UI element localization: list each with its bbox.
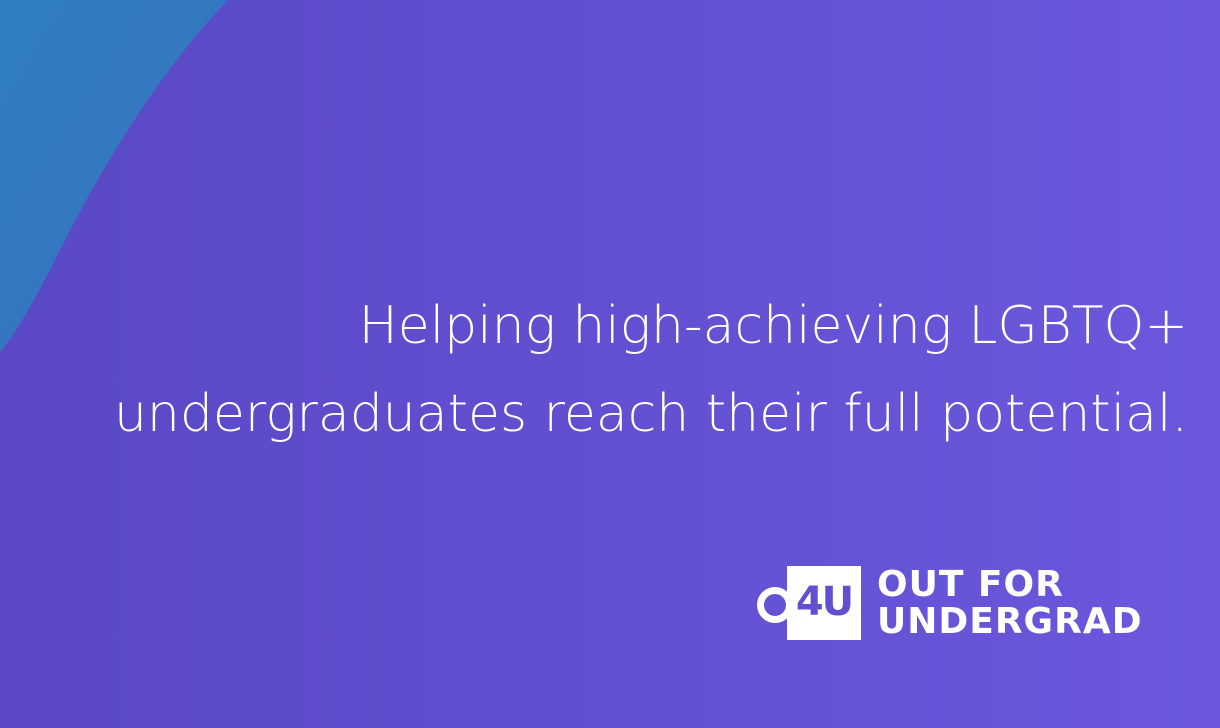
logo-box-text: 4U <box>795 579 854 625</box>
tagline-line-1: Helping high-achieving LGBTQ+ <box>358 296 1188 356</box>
o4u-logo: 4U OUT FOR UNDERGRAD <box>755 566 1175 642</box>
tagline: Helping high-achieving LGBTQ+ undergradu… <box>0 282 1188 458</box>
slide: Helping high-achieving LGBTQ+ undergradu… <box>0 0 1220 728</box>
logo-word-line-2: UNDERGRAD <box>877 601 1143 642</box>
logo-wordmark: OUT FOR UNDERGRAD <box>877 566 1143 640</box>
logo-mark-icon: 4U <box>755 566 861 640</box>
tagline-line-2: undergraduates reach their full potentia… <box>113 384 1188 444</box>
logo-word-line-1: OUT FOR <box>877 564 1064 605</box>
